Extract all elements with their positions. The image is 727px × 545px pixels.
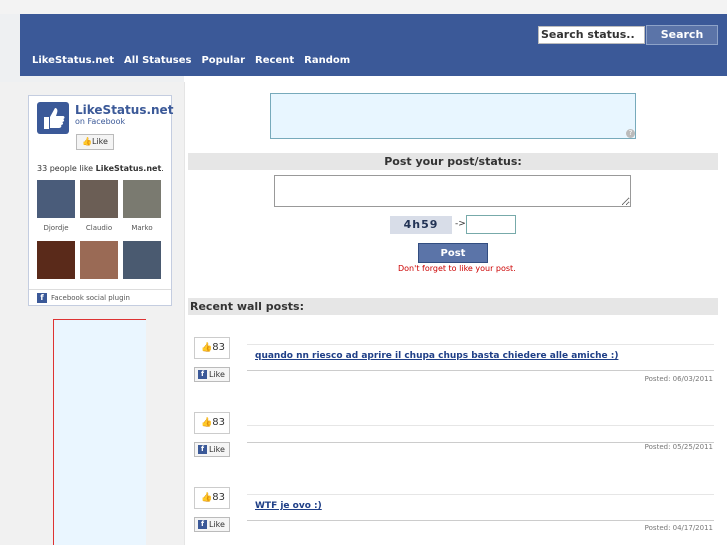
post-date: Posted: 04/17/2011 xyxy=(644,524,713,532)
like-count: 👍83 xyxy=(194,412,230,434)
like-button[interactable]: f Like xyxy=(194,367,230,382)
fan-avatar[interactable] xyxy=(123,241,161,279)
post-date: Posted: 06/03/2011 xyxy=(644,375,713,383)
post-link[interactable]: WTF je ovo :) xyxy=(255,501,322,511)
like-button[interactable]: f Like xyxy=(194,442,230,457)
fb-people-suffix: . xyxy=(161,164,164,173)
fb-like-button[interactable]: 👍Like xyxy=(76,134,114,150)
fb-like-label: Like xyxy=(92,137,108,146)
fan-name[interactable]: Marko xyxy=(123,224,161,232)
thumbs-up-logo-icon xyxy=(37,102,69,134)
fan-avatar[interactable] xyxy=(123,180,161,218)
like-button[interactable]: f Like xyxy=(194,517,230,532)
post-button[interactable]: Post xyxy=(418,243,488,263)
fb-page-title[interactable]: LikeStatus.net xyxy=(75,103,173,117)
nav-link-popular[interactable]: Popular xyxy=(201,55,245,66)
fan-avatar[interactable] xyxy=(80,241,118,279)
top-banner-box: ? xyxy=(270,93,636,139)
top-strip xyxy=(0,0,727,14)
post-date: Posted: 05/25/2011 xyxy=(644,443,713,451)
facebook-f-icon: f xyxy=(198,370,207,379)
facebook-f-icon: f xyxy=(37,293,47,303)
status-textarea[interactable] xyxy=(274,175,631,207)
like-count: 👍83 xyxy=(194,487,230,509)
fb-page-subtitle: on Facebook xyxy=(75,117,126,126)
fan-name[interactable]: Claudio xyxy=(80,224,118,232)
thumbs-up-icon: 👍 xyxy=(201,493,213,503)
post-form-header: Post your post/status: xyxy=(188,153,718,170)
like-reminder: Don't forget to like your post. xyxy=(398,264,516,273)
post-link[interactable]: quando nn riesco ad aprire il chupa chup… xyxy=(255,351,618,361)
fb-plugin-footer: f Facebook social plugin xyxy=(29,289,171,306)
facebook-like-box: LikeStatus.net on Facebook 👍Like 33 peop… xyxy=(28,95,173,306)
header-bar xyxy=(20,14,727,76)
nav-link-home[interactable]: LikeStatus.net xyxy=(32,55,114,66)
help-question-icon[interactable]: ? xyxy=(626,129,635,138)
captcha-image: 4h59 xyxy=(390,216,452,234)
post-body: quando nn riesco ad aprire il chupa chup… xyxy=(247,344,714,371)
captcha-input[interactable] xyxy=(466,215,516,234)
thumbs-up-icon: 👍 xyxy=(201,343,213,353)
captcha-arrow: -> xyxy=(455,219,466,229)
search-input[interactable] xyxy=(538,26,645,44)
nav-link-random[interactable]: Random xyxy=(304,55,350,66)
facebook-f-icon: f xyxy=(198,445,207,454)
post-body: WTF je ovo :) xyxy=(247,494,714,521)
nav-link-all-statuses[interactable]: All Statuses xyxy=(124,55,191,66)
fan-avatar[interactable] xyxy=(80,180,118,218)
like-count-value: 83 xyxy=(212,342,225,353)
fb-people-text: 33 people like xyxy=(37,164,96,173)
fan-avatar[interactable] xyxy=(37,180,75,218)
nav-link-recent[interactable]: Recent xyxy=(255,55,294,66)
like-count-value: 83 xyxy=(212,417,225,428)
like-label: Like xyxy=(209,445,225,454)
thumbs-up-icon: 👍 xyxy=(82,137,92,146)
like-label: Like xyxy=(209,520,225,529)
fan-avatar[interactable] xyxy=(37,241,75,279)
fb-plugin-label: Facebook social plugin xyxy=(51,294,130,302)
ad-placeholder xyxy=(53,319,146,545)
fb-people-brand: LikeStatus.net xyxy=(95,164,162,173)
post-body xyxy=(247,425,714,443)
like-count: 👍83 xyxy=(194,337,230,359)
like-label: Like xyxy=(209,370,225,379)
search-button[interactable]: Search xyxy=(646,25,718,45)
like-count-value: 83 xyxy=(212,492,225,503)
wall-header: Recent wall posts: xyxy=(188,298,718,315)
fb-people-count: 33 people like LikeStatus.net. xyxy=(37,164,164,173)
fan-name[interactable]: Djordje xyxy=(37,224,75,232)
facebook-f-icon: f xyxy=(198,520,207,529)
main-nav: LikeStatus.net All Statuses Popular Rece… xyxy=(32,55,360,66)
thumbs-up-icon: 👍 xyxy=(201,418,213,428)
